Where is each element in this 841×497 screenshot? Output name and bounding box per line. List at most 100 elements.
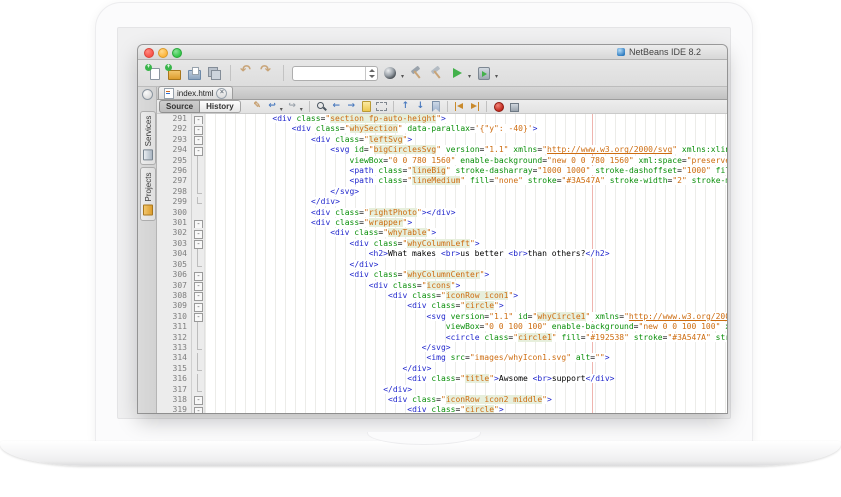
line-number: 304 <box>157 249 192 259</box>
previous-bookmark-icon[interactable] <box>399 100 412 113</box>
sidebar-collapse-icon[interactable] <box>142 89 153 100</box>
fold-line <box>197 176 198 186</box>
code-line: 298</svg> <box>157 187 727 197</box>
find-previous-icon[interactable] <box>330 100 343 113</box>
code-line: 307-<div class="icons"> <box>157 281 727 291</box>
sidebar-tab-projects[interactable]: Projects <box>140 167 156 221</box>
toolbar-separator <box>486 101 487 112</box>
code-text: <div class="whySection" data-parallax='{… <box>205 124 727 134</box>
line-number: 316 <box>157 374 192 384</box>
fold-gutter <box>192 333 205 343</box>
collapse-fold-icon[interactable]: - <box>194 407 203 413</box>
fold-gutter <box>192 249 205 259</box>
collapse-fold-icon[interactable]: - <box>194 282 203 291</box>
line-number: 295 <box>157 156 192 166</box>
editor-tabstrip: index.html × <box>157 87 727 100</box>
fold-gutter: - <box>192 239 205 249</box>
code-text: <div class="whyColumnCenter"> <box>205 270 727 280</box>
jump-back-dropdown-icon[interactable]: ▾ <box>280 106 283 113</box>
open-project-icon[interactable] <box>186 65 202 81</box>
line-number: 307 <box>157 281 192 291</box>
new-file-icon[interactable] <box>146 65 162 81</box>
run-project-icon[interactable] <box>449 65 465 81</box>
sidebar-tab-services-label: Services <box>144 116 153 147</box>
code-line: 292-<div class="whySection" data-paralla… <box>157 124 727 134</box>
record-macro-icon[interactable] <box>492 100 505 113</box>
rect-selection-icon[interactable] <box>375 100 388 113</box>
collapse-fold-icon[interactable]: - <box>194 396 203 405</box>
collapse-fold-icon[interactable]: - <box>194 240 203 249</box>
undo-icon[interactable] <box>239 65 255 81</box>
collapse-fold-icon[interactable]: - <box>194 230 203 239</box>
jump-back-icon[interactable] <box>266 100 279 113</box>
find-next-icon[interactable] <box>345 100 358 113</box>
collapse-fold-icon[interactable]: - <box>194 272 203 281</box>
line-number: 306 <box>157 270 192 280</box>
fold-gutter: - <box>192 312 205 322</box>
debug-project-icon[interactable] <box>476 65 492 81</box>
code-text: <div class="circle"> <box>205 405 727 413</box>
fold-end <box>197 197 202 204</box>
code-text: </div> <box>205 364 727 374</box>
save-all-icon[interactable] <box>206 65 222 81</box>
minimize-window-button[interactable] <box>158 48 168 58</box>
html-file-icon <box>164 88 174 99</box>
clean-build-project-icon[interactable] <box>429 65 445 81</box>
line-number: 302 <box>157 228 192 238</box>
code-line: 318-<div class="iconRow icon2 middle"> <box>157 395 727 405</box>
zoom-window-button[interactable] <box>172 48 182 58</box>
projects-icon <box>143 204 153 215</box>
next-bookmark-icon[interactable] <box>414 100 427 113</box>
find-icon[interactable] <box>315 100 328 113</box>
close-window-button[interactable] <box>144 48 154 58</box>
line-number: 300 <box>157 208 192 218</box>
debug-project-dropdown-icon[interactable]: ▾ <box>495 73 498 80</box>
code-line: 293-<div class="leftSvg"> <box>157 135 727 145</box>
collapse-fold-icon[interactable]: - <box>194 292 203 301</box>
code-text: <div class="icons"> <box>205 281 727 291</box>
fold-line <box>197 333 198 343</box>
fold-gutter: - <box>192 228 205 238</box>
run-project-dropdown-icon[interactable]: ▾ <box>468 73 471 80</box>
code-text: <div class="iconRow icon2 middle"> <box>205 395 727 405</box>
collapse-fold-icon[interactable]: - <box>194 220 203 229</box>
history-view-button[interactable]: History <box>200 100 241 113</box>
last-edit-icon[interactable] <box>251 100 264 113</box>
source-view-button[interactable]: Source <box>159 100 200 113</box>
jump-forward-icon[interactable] <box>286 100 299 113</box>
code-line: 319-<div class="circle"> <box>157 405 727 413</box>
combobox-stepper-icon[interactable] <box>365 67 377 80</box>
collapse-fold-icon[interactable]: - <box>194 147 203 156</box>
code-editor[interactable]: 291-<div class="section fp-auto-height">… <box>157 114 727 413</box>
code-line: 301-<div class="wrapper"> <box>157 218 727 228</box>
code-line: 309-<div class="circle"> <box>157 301 727 311</box>
sidebar-tab-services[interactable]: Services <box>140 111 156 165</box>
shift-right-icon[interactable] <box>468 100 481 113</box>
new-project-icon[interactable] <box>166 65 182 81</box>
browser-globe-dropdown-icon[interactable]: ▾ <box>401 73 404 80</box>
collapse-fold-icon[interactable]: - <box>194 126 203 135</box>
redo-icon[interactable] <box>259 65 275 81</box>
toggle-highlight-icon[interactable] <box>360 100 373 113</box>
code-text: <div class="title">Awsome <br>support</d… <box>205 374 727 384</box>
toggle-bookmark-icon[interactable] <box>429 100 442 113</box>
close-icon[interactable]: × <box>216 88 227 99</box>
config-combobox[interactable] <box>292 66 378 81</box>
shift-left-icon[interactable] <box>453 100 466 113</box>
line-number: 308 <box>157 291 192 301</box>
code-line: 308-<div class="iconRow icon1"> <box>157 291 727 301</box>
laptop-mockup: NetBeans IDE 8.2 ▾▾▾ Services <box>0 0 841 497</box>
collapse-fold-icon[interactable]: - <box>194 313 203 322</box>
code-text: <div class="wrapper"> <box>205 218 727 228</box>
fold-gutter: - <box>192 218 205 228</box>
tab-index-html[interactable]: index.html × <box>158 86 233 99</box>
code-line: 295viewBox="0 0 780 1560" enable-backgro… <box>157 156 727 166</box>
collapse-fold-icon[interactable]: - <box>194 303 203 312</box>
collapse-fold-icon[interactable]: - <box>194 136 203 145</box>
toolbar-separator <box>447 101 448 112</box>
build-project-icon[interactable] <box>409 65 425 81</box>
collapse-fold-icon[interactable]: - <box>194 116 203 125</box>
browser-globe-icon[interactable] <box>382 65 398 81</box>
jump-forward-dropdown-icon[interactable]: ▾ <box>300 106 303 113</box>
stop-macro-icon[interactable] <box>507 100 520 113</box>
